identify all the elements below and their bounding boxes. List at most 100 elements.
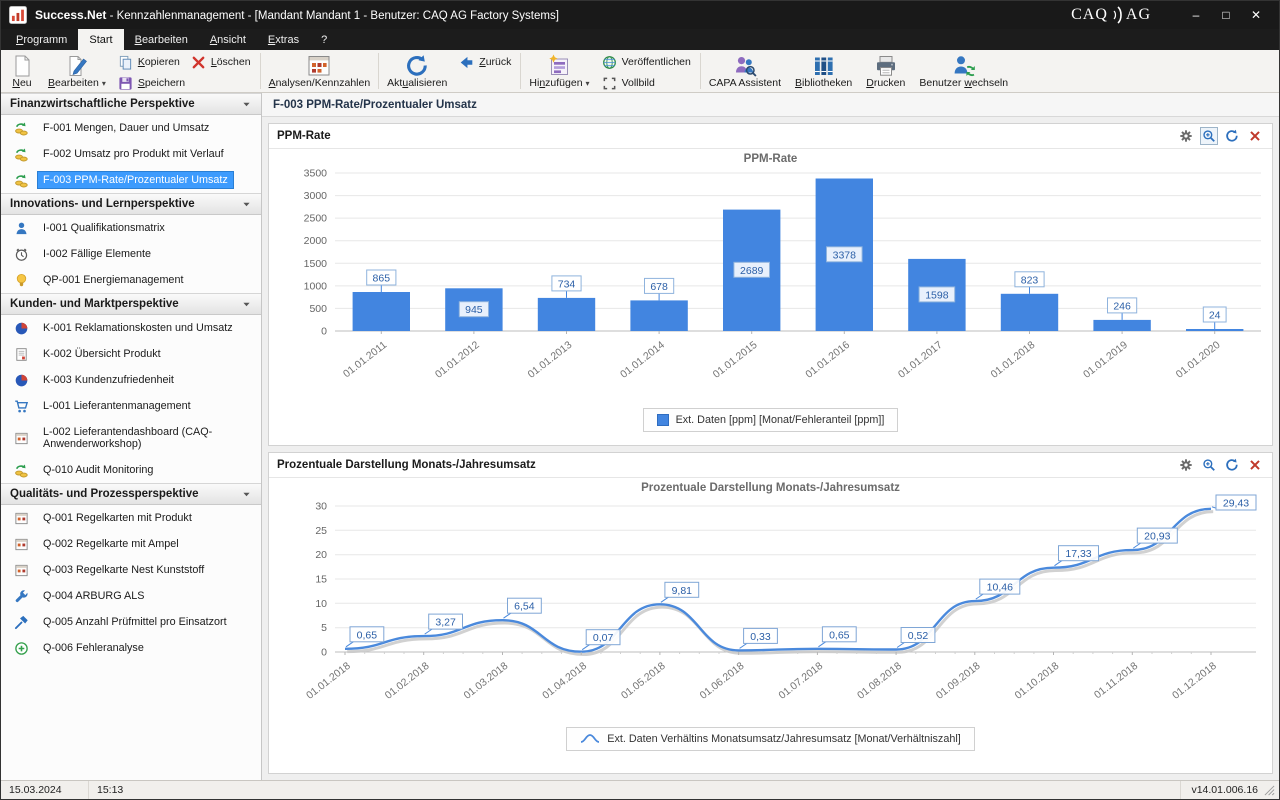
main-area: Finanzwirtschaftliche Perspektive F-001 M…: [1, 93, 1279, 780]
panel-prozentuale-darstellung-monats-jahresumsatz-gear-button[interactable]: [1177, 456, 1195, 474]
svg-text:17,33: 17,33: [1065, 548, 1091, 560]
toolbar-button-speichern[interactable]: Speichern: [115, 75, 191, 92]
money-flow-icon: [15, 464, 28, 477]
sidebar-item-f-003[interactable]: F-003 PPM-Rate/Prozentualer Umsatz: [1, 167, 261, 193]
toolbar-button-bibliotheken[interactable]: Bibliotheken: [788, 51, 859, 91]
sidebar-item-l-002[interactable]: L-002 Lieferantendashboard (CAQ-Anwender…: [1, 419, 261, 457]
toolbar-button-ver-ffentlichen[interactable]: Veröffentlichen: [599, 54, 697, 71]
fullscreen-icon: [603, 77, 615, 90]
panel-ppm-rate-close-sm-button[interactable]: [1246, 127, 1264, 145]
sidebar-item-i-002[interactable]: I-002 Fällige Elemente: [1, 241, 261, 267]
svg-text:0,07: 0,07: [592, 632, 613, 644]
sidebar-item-i-001[interactable]: I-001 Qualifikationsmatrix: [1, 215, 261, 241]
gear-icon: [1180, 458, 1192, 471]
resize-grip-icon[interactable]: [1264, 785, 1275, 796]
menu-item-ansicht[interactable]: Ansicht: [199, 29, 257, 50]
menu-item-help[interactable]: ?: [310, 29, 338, 50]
capa-icon: [735, 57, 757, 77]
svg-text:2500: 2500: [303, 213, 327, 225]
refresh-icon: [407, 55, 427, 76]
svg-text:01.05.2018: 01.05.2018: [618, 659, 667, 701]
sidebar-item-label: Q-001 Regelkarten mit Produkt: [43, 512, 192, 524]
svg-text:0,65: 0,65: [829, 629, 850, 641]
svg-text:30: 30: [315, 500, 327, 512]
sidebar-section-title: Kunden- und Marktperspektive: [10, 298, 179, 310]
minimize-button[interactable]: –: [1183, 5, 1209, 25]
panel-ppm-rate-refresh-sm-button[interactable]: [1223, 127, 1241, 145]
sidebar-item-f-001[interactable]: F-001 Mengen, Dauer und Umsatz: [1, 115, 261, 141]
toolbar-button-drucken[interactable]: Drucken: [859, 51, 912, 91]
sidebar-item-q-010[interactable]: Q-010 Audit Monitoring: [1, 457, 261, 483]
sidebar-section-innovations-und-lernperspektive[interactable]: Innovations- und Lernperspektive: [1, 193, 261, 215]
toolbar-button-l-schen[interactable]: Löschen: [188, 54, 257, 71]
svg-text:0: 0: [321, 646, 327, 658]
sidebar-item-k-001[interactable]: K-001 Reklamationskosten und Umsatz: [1, 315, 261, 341]
sidebar-item-l-001[interactable]: L-001 Lieferantenmanagement: [1, 393, 261, 419]
panel-ppm-rate-gear-button[interactable]: [1177, 127, 1195, 145]
svg-text:1500: 1500: [303, 258, 327, 270]
close-button[interactable]: ✕: [1243, 5, 1269, 25]
toolbar-button-hinzuf-gen[interactable]: Hinzufügen ▾: [522, 51, 596, 91]
refresh-sm-icon: [1226, 458, 1238, 471]
menu-item-bearbeiten[interactable]: Bearbeiten: [124, 29, 199, 50]
legend-row: Ext. Daten [ppm] [Monat/Fehleranteil [pp…: [269, 405, 1272, 445]
sidebar-item-qp-001[interactable]: QP-001 Energiemanagement: [1, 267, 261, 293]
sidebar-item-q-006[interactable]: Q-006 Fehleranalyse: [1, 635, 261, 661]
toolbar-button-bearbeiten[interactable]: Bearbeiten ▾: [41, 51, 113, 91]
chevron-down-icon: [243, 302, 250, 306]
zoom-in-icon: [1203, 458, 1215, 471]
gear-icon: [1180, 130, 1192, 142]
panel-ppm-rate-zoom-in-button[interactable]: [1200, 127, 1218, 145]
toolbar-button-neu[interactable]: Neu: [3, 51, 41, 91]
panel-ppm-rate: PPM-Rate PPM-Rate 0 500 1000 1500 2000 2500 3000…: [268, 123, 1273, 446]
sidebar-item-q-005[interactable]: Q-005 Anzahl Prüfmittel pro Einsatzort: [1, 609, 261, 635]
chart-title: PPM-Rate: [743, 153, 798, 165]
status-version: v14.01.006.16: [1191, 784, 1258, 796]
maximize-button[interactable]: □: [1213, 5, 1239, 25]
sidebar-item-f-002[interactable]: F-002 Umsatz pro Produkt mit Verlauf: [1, 141, 261, 167]
svg-text:823: 823: [1020, 274, 1038, 286]
sidebar-item-label: Q-010 Audit Monitoring: [43, 464, 154, 476]
toolbar-button-analysen-kennzahlen[interactable]: Analysen/Kennzahlen: [262, 51, 378, 91]
svg-text:01.12.2018: 01.12.2018: [1170, 659, 1219, 701]
sidebar-item-label: L-002 Lieferantendashboard (CAQ-Anwender…: [43, 426, 213, 450]
panel-prozentuale-darstellung-monats-jahresumsatz-close-sm-button[interactable]: [1246, 456, 1264, 474]
toolbar-button-aktualisieren[interactable]: Aktualisieren: [380, 51, 454, 91]
toolbar-button-capa-assistent[interactable]: CAPA Assistent: [702, 51, 788, 91]
svg-text:20,93: 20,93: [1144, 530, 1170, 542]
toolbar-button-benutzer-wechseln[interactable]: Benutzer wechseln: [912, 51, 1015, 91]
menubar: Programm Start Bearbeiten Ansicht Extras?: [1, 29, 1279, 50]
delete-icon: [192, 56, 205, 69]
svg-text:01.03.2018: 01.03.2018: [461, 659, 510, 701]
menu-item-extras[interactable]: Extras: [257, 29, 310, 50]
toolbar-button-kopieren[interactable]: Kopieren: [115, 54, 186, 71]
sidebar-item-q-001[interactable]: Q-001 Regelkarten mit Produkt: [1, 505, 261, 531]
sidebar-item-k-002[interactable]: K-002 Übersicht Produkt: [1, 341, 261, 367]
toolbar-separator: [378, 53, 380, 89]
status-time: 15:13: [97, 784, 124, 796]
sidebar-item-q-004[interactable]: Q-004 ARBURG ALS: [1, 583, 261, 609]
svg-text:01.01.2016: 01.01.2016: [803, 339, 852, 381]
sidebar-item-q-002[interactable]: Q-002 Regelkarte mit Ampel: [1, 531, 261, 557]
menu-item-start[interactable]: Start: [78, 29, 124, 50]
svg-text:734: 734: [557, 278, 575, 290]
toolbar-group-4: Hinzufügen ▾ Veröffentlichen Vollbild: [522, 51, 698, 91]
plus-circle-icon: [15, 641, 28, 655]
panel-prozentuale-darstellung-monats-jahresumsatz-refresh-sm-button[interactable]: [1223, 456, 1241, 474]
sidebar-section-kunden-und-marktperspektive[interactable]: Kunden- und Marktperspektive: [1, 293, 261, 315]
panel-prozentuale-darstellung-monats-jahresumsatz-zoom-in-button[interactable]: [1200, 456, 1218, 474]
toolbar-button-zur-ck[interactable]: Zurück: [456, 54, 517, 71]
sidebar-item-k-003[interactable]: K-003 Kundenzufriedenheit: [1, 367, 261, 393]
pie-icon: [15, 374, 28, 386]
toolbar-button-vollbild[interactable]: Vollbild: [599, 75, 661, 92]
toolbar-group-3: Aktualisieren Zurück: [380, 51, 519, 91]
edit-document-icon: [69, 56, 87, 76]
panel-title: Prozentuale Darstellung Monats-/Jahresum…: [277, 458, 536, 471]
sidebar-item-q-003[interactable]: Q-003 Regelkarte Nest Kunststoff: [1, 557, 261, 583]
sidebar-section-finanzwirtschaftliche-perspektive[interactable]: Finanzwirtschaftliche Perspektive: [1, 93, 261, 115]
svg-text:0,65: 0,65: [356, 629, 377, 641]
dropdown-arrow-icon: ▾: [101, 79, 106, 88]
sidebar-section-qualit-ts-und-prozessperspektive[interactable]: Qualitäts- und Prozessperspektive: [1, 483, 261, 505]
menu-item-programm[interactable]: Programm: [5, 29, 78, 50]
money-flow-icon: [15, 122, 28, 135]
